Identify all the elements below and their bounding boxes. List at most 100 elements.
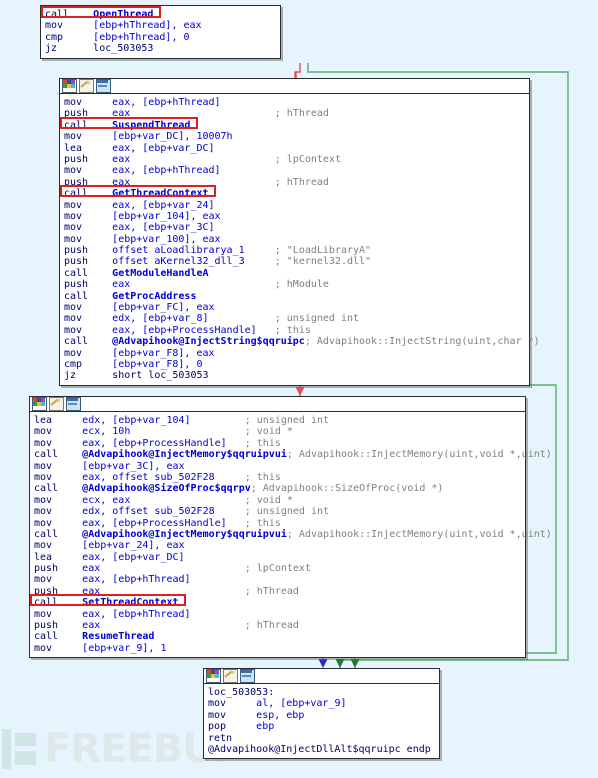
disasm-line[interactable]: call @Advapihook@InjectMemory$qqruipvui;…: [30, 529, 552, 540]
disasm-line[interactable]: call @Advapihook@SizeOfProc$qqrpv; Advap…: [30, 483, 525, 494]
window-icon[interactable]: [66, 397, 81, 411]
disasm-line[interactable]: mov [ebp+var_FC], eax: [60, 302, 529, 313]
disasm-line[interactable]: mov [ebp+var_104], eax: [60, 211, 529, 222]
pencil-edit-icon[interactable]: [79, 79, 94, 93]
node-body: mov eax, [ebp+hThread] push eax ; hThread…: [60, 94, 540, 385]
disasm-line[interactable]: mov [ebp+var_F8], eax: [60, 348, 529, 359]
pencil-edit-icon[interactable]: [223, 669, 238, 683]
mnemonic: mov: [208, 698, 257, 710]
disasm-line[interactable]: call GetThreadContext: [60, 188, 529, 199]
disasm-line[interactable]: push eax ; lpContext: [60, 154, 529, 165]
color-grid-icon[interactable]: [62, 79, 77, 93]
disasm-line[interactable]: call SuspendThread: [60, 120, 529, 131]
disasm-line[interactable]: lea edx, [ebp+var_104] ; unsigned int: [30, 415, 525, 426]
disasm-line[interactable]: mov [ebp+hThread], eax: [41, 20, 280, 31]
operands: eax, [ebp+var_DC]: [82, 551, 185, 563]
window-icon[interactable]: [240, 669, 255, 683]
disasm-line[interactable]: push eax ; lpContext: [30, 563, 525, 574]
disasm-line[interactable]: call @Advapihook@InjectString$qqruipc; A…: [60, 336, 540, 348]
node-title-bar[interactable]: [30, 397, 525, 412]
disasm-line[interactable]: push eax ; hModule: [60, 279, 529, 290]
graph-node-entry-block[interactable]: call OpenThread mov [ebp+hThread], eax cmp…: [40, 5, 281, 59]
operands: [ebp+var_F8], 0: [112, 358, 203, 370]
disasm-line[interactable]: call OpenThread: [41, 9, 280, 20]
graph-canvas[interactable]: call OpenThread mov [ebp+hThread], eax cmp…: [0, 0, 598, 778]
disasm-line[interactable]: mov eax, [ebp+hThread]: [30, 574, 525, 585]
line-comment: ; void *: [244, 426, 293, 438]
mnemonic: lea: [34, 415, 83, 426]
disasm-line[interactable]: mov [ebp+var_100], eax: [60, 234, 529, 245]
disasm-line[interactable]: call GetModuleHandleA: [60, 268, 529, 279]
mnemonic: mov: [34, 460, 83, 472]
disasm-line[interactable]: cmp [ebp+hThread], 0: [41, 32, 280, 43]
operands: eax, [ebp+hThread]: [112, 97, 221, 108]
disasm-line[interactable]: mov eax, [ebp+ProcessHandle] ; this: [60, 325, 529, 336]
line-comment: ; this: [244, 517, 281, 529]
disasm-line[interactable]: @Advapihook@InjectDllAlt$qqruipc endp: [204, 744, 439, 755]
operands: eax, [ebp+ProcessHandle]: [112, 324, 275, 336]
line-comment: ; "LoadLibraryA": [274, 245, 372, 257]
pencil-edit-icon[interactable]: [49, 397, 64, 411]
disasm-line[interactable]: mov edx, offset sub_502F28 ; unsigned in…: [30, 506, 525, 517]
operands: offset aLoadlibrarya_1: [112, 245, 275, 257]
operands: eax, [ebp+ProcessHandle]: [82, 437, 245, 449]
disasm-line[interactable]: mov eax, [ebp+var_3C]: [60, 222, 529, 233]
disasm-line[interactable]: retn: [204, 733, 439, 744]
disasm-line[interactable]: cmp [ebp+var_F8], 0: [60, 359, 529, 370]
node-title-bar[interactable]: [204, 669, 439, 684]
disasm-line[interactable]: mov eax, [ebp+ProcessHandle] ; this: [30, 518, 525, 529]
disasm-line[interactable]: push eax ; hThread: [30, 586, 525, 597]
disasm-line[interactable]: lea eax, [ebp+var_DC]: [30, 552, 525, 563]
operands: eax, [ebp+var_24]: [112, 199, 215, 211]
disasm-line[interactable]: mov [ebp+var_DC], 10007h: [60, 131, 529, 142]
graph-node-inject-memory-and-setcontext-block[interactable]: lea edx, [ebp+var_104] ; unsigned int mov…: [29, 396, 552, 659]
mnemonic: pop: [208, 721, 257, 733]
disasm-line[interactable]: push eax ; hThread: [60, 177, 529, 188]
disasm-line[interactable]: mov eax, [ebp+hThread]: [60, 97, 529, 108]
disasm-line[interactable]: push offset aLoadlibrarya_1 ; "LoadLibra…: [60, 245, 529, 256]
graph-node-exit-block[interactable]: loc_503053: mov al, [ebp+var_9] mov esp, e…: [203, 668, 440, 760]
disasm-line[interactable]: mov eax, [ebp+var_24]: [60, 200, 529, 211]
disasm-line[interactable]: push offset aKernel32_dll_3 ; "kernel32.…: [60, 256, 529, 267]
disasm-line[interactable]: jz loc_503053: [41, 43, 280, 54]
mnemonic: jz: [64, 370, 113, 382]
operands: [ebp+var_9], 1: [82, 642, 167, 654]
disasm-line[interactable]: mov [ebp+var_3C], eax: [30, 461, 525, 472]
mnemonic: push: [64, 279, 113, 291]
disasm-line[interactable]: push eax ; hThread: [60, 108, 529, 119]
disasm-line[interactable]: push eax ; hThread: [30, 620, 525, 631]
graph-node-suspend-and-getcontext-block[interactable]: mov eax, [ebp+hThread] push eax ; hThread…: [59, 78, 540, 386]
operands: eax: [82, 585, 245, 597]
disasm-line[interactable]: mov eax, [ebp+hThread]: [60, 165, 529, 176]
disasm-line[interactable]: mov al, [ebp+var_9]: [204, 698, 439, 709]
disasm-line[interactable]: call ResumeThread: [30, 631, 525, 642]
disasm-line[interactable]: mov eax, [ebp+ProcessHandle] ; this: [30, 438, 525, 449]
mnemonic: mov: [64, 347, 113, 359]
mnemonic: mov: [64, 97, 113, 108]
disasm-line[interactable]: mov eax, offset sub_502F28 ; this: [30, 472, 525, 483]
disasm-line[interactable]: call GetProcAddress: [60, 291, 529, 302]
line-comment: ; this: [244, 471, 281, 483]
disasm-line[interactable]: jz short loc_503053: [60, 370, 529, 381]
line-comment: ; hThread: [244, 585, 299, 597]
disasm-line[interactable]: mov ecx, eax ; void *: [30, 495, 525, 506]
disasm-line[interactable]: pop ebp: [204, 721, 439, 732]
mnemonic: mov: [64, 222, 113, 234]
node-title-bar[interactable]: [60, 79, 529, 94]
mnemonic: call: [64, 336, 113, 348]
disasm-line[interactable]: lea eax, [ebp+var_DC]: [60, 143, 529, 154]
disasm-line[interactable]: mov ecx, 10h ; void *: [30, 426, 525, 437]
disasm-line[interactable]: mov esp, ebp: [204, 710, 439, 721]
disasm-line[interactable]: mov edx, [ebp+var_8] ; unsigned int: [60, 313, 529, 324]
disasm-line[interactable]: call @Advapihook@InjectMemory$qqruipvui;…: [30, 449, 552, 460]
disasm-line[interactable]: mov [ebp+var_9], 1: [30, 643, 525, 654]
disasm-line[interactable]: call SetThreadContext: [30, 597, 525, 608]
color-grid-icon[interactable]: [206, 669, 221, 683]
operands: eax: [112, 279, 275, 291]
line-comment: ; lpContext: [244, 563, 311, 575]
disasm-line[interactable]: loc_503053:: [204, 687, 439, 698]
color-grid-icon[interactable]: [32, 397, 47, 411]
disasm-line[interactable]: mov eax, [ebp+hThread]: [30, 609, 525, 620]
window-icon[interactable]: [96, 79, 111, 93]
disasm-line[interactable]: mov [ebp+var_24], eax: [30, 540, 525, 551]
